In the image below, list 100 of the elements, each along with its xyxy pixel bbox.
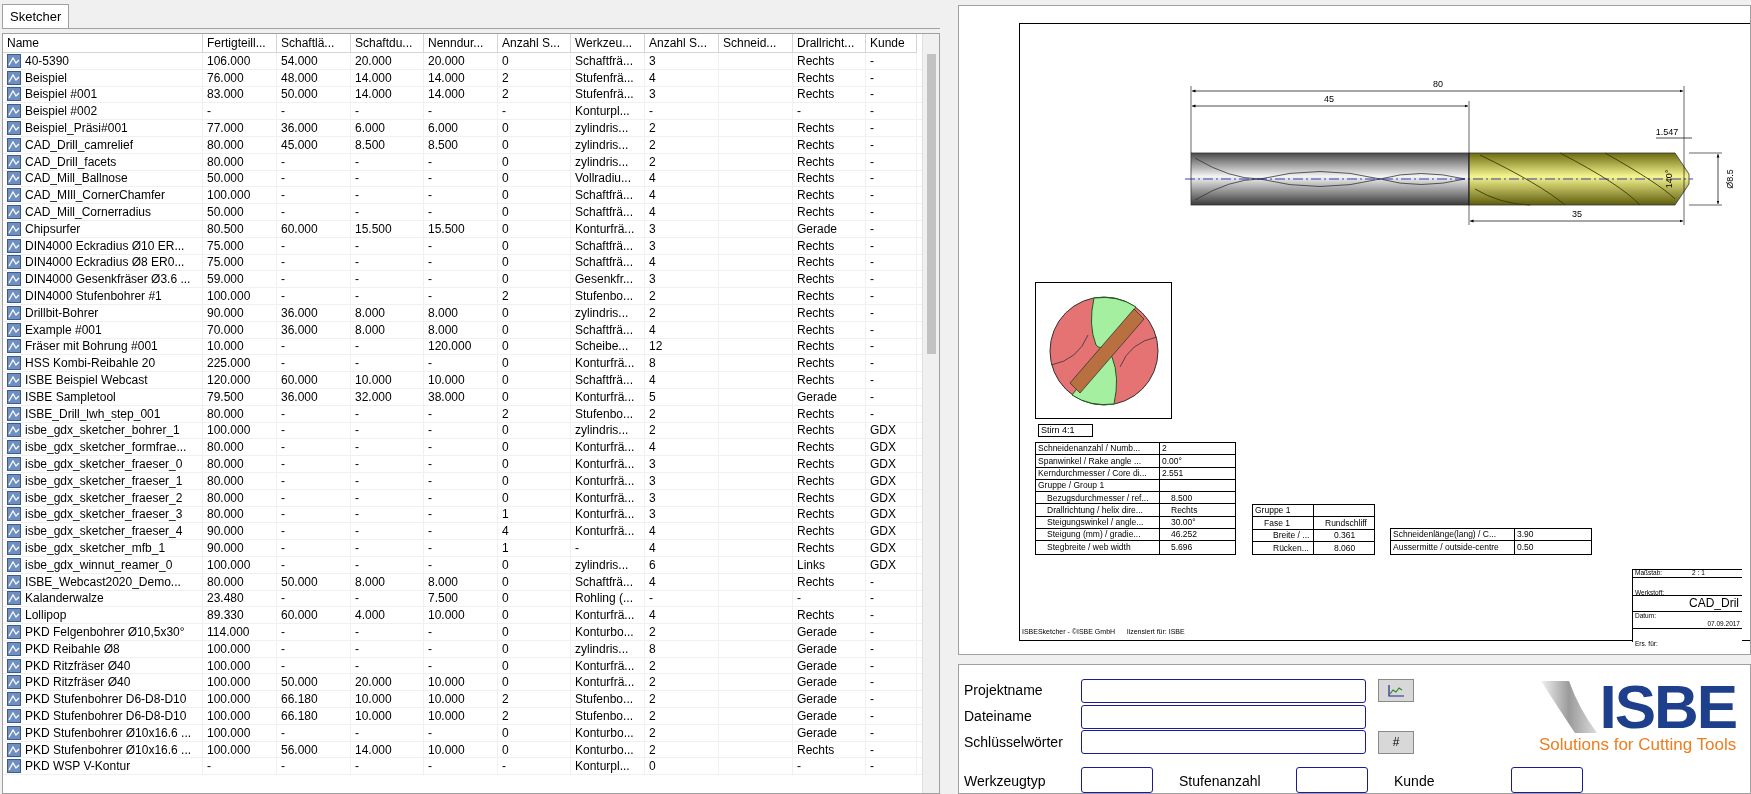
- tool-name[interactable]: Beispiel #001: [25, 88, 98, 101]
- tool-name[interactable]: isbe_gdx_sketcher_fraeser_1: [25, 474, 183, 487]
- column-header[interactable]: Anzahl S...: [645, 34, 719, 53]
- tool-name[interactable]: isbe_gdx_sketcher_mfb_1: [25, 542, 166, 554]
- column-header[interactable]: Schaftlä...: [277, 34, 351, 53]
- tool-name[interactable]: PKD WSP V-Kontur: [25, 760, 131, 773]
- table-cell: 100.000: [207, 693, 251, 706]
- table-cell: -: [355, 542, 359, 554]
- tool-name[interactable]: DIN4000 Eckradius Ø10 ER...: [25, 239, 185, 252]
- tool-name[interactable]: Example #001: [25, 323, 102, 336]
- table-cell: 10.000: [428, 374, 465, 387]
- table-cell: -: [428, 206, 432, 219]
- tool-name[interactable]: Beispiel_Präsi#001: [25, 122, 128, 135]
- tool-name[interactable]: ISBE_Drill_lwh_step_001: [25, 407, 161, 420]
- tool-name[interactable]: PKD Felgenbohrer Ø10,5x30°: [25, 626, 185, 638]
- sketch-file-icon: [7, 692, 21, 707]
- tool-name[interactable]: Kalanderwalze: [25, 592, 104, 605]
- tool-name[interactable]: 40-5390: [25, 54, 70, 67]
- column-header[interactable]: Schaftdu...: [351, 34, 424, 53]
- column-header[interactable]: Fertigteill...: [203, 34, 277, 53]
- sketch-file-icon: [7, 406, 21, 421]
- table-cell: Gerade: [797, 626, 838, 638]
- tool-name[interactable]: PKD Stufenbohrer D6-D8-D10: [25, 709, 187, 722]
- table-cell: -: [870, 273, 874, 286]
- table-cell: 0: [502, 491, 509, 504]
- table-cell: Konturfrä...: [575, 390, 635, 403]
- table-cell: 4: [649, 441, 656, 454]
- tool-name[interactable]: ISBE_Webcast2020_Demo...: [25, 575, 181, 588]
- tool-name[interactable]: HSS Kombi-Reibahle 20: [25, 357, 156, 370]
- tool-name[interactable]: CAD_Mill_Ballnose: [25, 172, 128, 185]
- tab[interactable]: Sketcher: [2, 4, 70, 28]
- tool-name[interactable]: PKD Stufenbohrer D6-D8-D10: [25, 693, 187, 706]
- table-cell: GDX: [870, 525, 896, 538]
- tool-name[interactable]: CAD_MIll_CornerChamfer: [25, 189, 166, 202]
- table-cell: 2: [502, 407, 509, 420]
- scrollbar[interactable]: [922, 34, 939, 793]
- tool-name[interactable]: Lollipop: [25, 609, 67, 622]
- table-cell: -: [428, 525, 432, 538]
- tool-name[interactable]: PKD Reibahle Ø8: [25, 642, 120, 655]
- input-field[interactable]: [1081, 678, 1366, 703]
- tool-name[interactable]: isbe_gdx_sketcher_bohrer_1: [25, 424, 180, 437]
- column-header[interactable]: Werkzeu...: [571, 34, 645, 53]
- sketch-file-icon: [7, 658, 21, 673]
- table-cell: 2: [649, 138, 656, 151]
- table-cell: 90.000: [207, 525, 244, 538]
- table-cell: Schaftfrä...: [575, 575, 634, 588]
- tool-name[interactable]: isbe_gdx_sketcher_fraeser_0: [25, 458, 183, 470]
- logo-swoosh-icon: [1539, 679, 1600, 735]
- sketch-file-icon: [7, 490, 21, 505]
- table-cell: -: [281, 542, 285, 554]
- tool-name[interactable]: PKD Ritzfräser Ø40: [25, 659, 131, 672]
- column-header[interactable]: Name: [3, 34, 203, 53]
- tool-name[interactable]: Fräser mit Bohrung #001: [25, 340, 158, 353]
- input-field[interactable]: [1081, 730, 1366, 755]
- table-cell: -: [870, 88, 874, 101]
- sketch-file-icon: [7, 205, 21, 220]
- table-cell: 120.000: [428, 340, 472, 353]
- tool-name[interactable]: DIN4000 Stufenbohrer #1: [25, 290, 162, 303]
- column-header[interactable]: Drallricht...: [793, 34, 866, 53]
- input-field[interactable]: [1511, 767, 1583, 793]
- chart-button[interactable]: [1378, 679, 1414, 703]
- tool-name[interactable]: DIN4000 Gesenkfräser Ø3.6 ...: [25, 273, 191, 286]
- column-header[interactable]: Kunde: [866, 34, 917, 53]
- input-field[interactable]: [1081, 704, 1366, 729]
- tool-name[interactable]: isbe_gdx_sketcher_fraeser_2: [25, 491, 183, 504]
- table-cell: -: [797, 592, 801, 605]
- tool-name[interactable]: isbe_gdx_sketcher_fraeser_4: [25, 525, 183, 538]
- table-cell: -: [281, 525, 285, 538]
- property-label: Gruppe 1: [1255, 506, 1291, 515]
- tool-name[interactable]: ISBE Sampletool: [25, 390, 116, 403]
- tool-name[interactable]: CAD_Drill_facets: [25, 155, 117, 168]
- table-cell: -: [870, 626, 874, 638]
- tool-name[interactable]: PKD Stufenbohrer Ø10x16.6 ...: [25, 743, 192, 756]
- tool-name[interactable]: CAD_Mill_Cornerradius: [25, 206, 152, 219]
- tool-name[interactable]: Beispiel #002: [25, 105, 98, 118]
- column-header[interactable]: Anzahl S...: [498, 34, 571, 53]
- table-cell: -: [355, 726, 359, 739]
- column-header[interactable]: Schneid...: [719, 34, 793, 53]
- tool-name[interactable]: isbe_gdx_sketcher_fraeser_3: [25, 508, 183, 521]
- tool-name[interactable]: Chipsurfer: [25, 222, 81, 235]
- tool-name[interactable]: DIN4000 Eckradius Ø8 ER0...: [25, 256, 185, 269]
- tool-name[interactable]: isbe_gdx_winnut_reamer_0: [25, 558, 173, 571]
- tool-name[interactable]: PKD Stufenbohrer Ø10x16.6 ...: [25, 726, 192, 739]
- input-field[interactable]: [1296, 767, 1368, 793]
- table-cell: -: [428, 105, 432, 118]
- tool-name[interactable]: ISBE Beispiel Webcast: [25, 374, 148, 387]
- tool-name[interactable]: isbe_gdx_sketcher_formfrae...: [25, 441, 187, 454]
- scrollbar-thumb[interactable]: [926, 54, 936, 354]
- column-header[interactable]: Nenndur...: [424, 34, 498, 53]
- table-cell: 10.000: [428, 609, 465, 622]
- tool-name[interactable]: CAD_Drill_camrelief: [25, 138, 134, 151]
- table-cell: 0: [502, 273, 509, 286]
- table-cell: 8.000: [428, 575, 459, 588]
- table-cell: 70.000: [207, 323, 244, 336]
- tool-name[interactable]: Drillbit-Bohrer: [25, 306, 99, 319]
- input-field[interactable]: [1081, 767, 1153, 793]
- tool-name[interactable]: Beispiel: [25, 71, 68, 84]
- table-cell: Stufenbo...: [575, 407, 634, 420]
- tool-name[interactable]: PKD Ritzfräser Ø40: [25, 676, 131, 689]
- hash-button[interactable]: #: [1378, 730, 1414, 754]
